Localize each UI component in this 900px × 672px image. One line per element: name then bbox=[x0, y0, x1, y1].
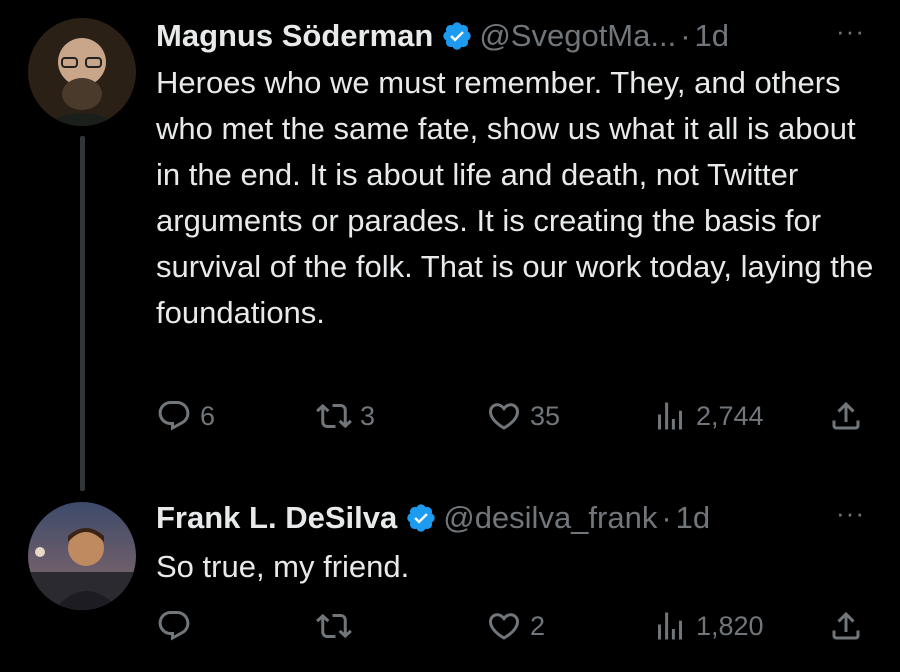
tweet-actions: 2 1,820 bbox=[156, 608, 876, 648]
avatar-magnus[interactable] bbox=[28, 18, 136, 126]
views-button[interactable]: 1,820 bbox=[652, 608, 764, 644]
views-icon bbox=[658, 402, 682, 430]
reply-icon bbox=[158, 401, 190, 431]
tweet-header: Frank L. DeSilva @desilva_frank · 1d bbox=[156, 498, 710, 538]
avatar-frank[interactable] bbox=[28, 502, 136, 610]
like-button[interactable]: 35 bbox=[486, 398, 560, 434]
share-button[interactable] bbox=[828, 398, 864, 434]
retweet-icon bbox=[316, 613, 352, 639]
share-icon bbox=[832, 401, 860, 430]
like-count: 2 bbox=[530, 610, 546, 641]
timestamp[interactable]: 1d bbox=[676, 500, 710, 536]
more-options-icon[interactable]: ··· bbox=[836, 498, 865, 529]
reply-count: 6 bbox=[200, 400, 216, 431]
tweet-actions: 6 3 35 2,744 bbox=[156, 398, 876, 438]
separator: · bbox=[680, 18, 691, 53]
verified-badge-icon bbox=[441, 20, 473, 52]
timestamp[interactable]: 1d bbox=[695, 18, 729, 54]
tweet-1[interactable]: Magnus Söderman @SvegotMa... · 1d ··· He… bbox=[0, 0, 900, 491]
views-button[interactable]: 2,744 bbox=[652, 398, 764, 434]
views-count: 1,820 bbox=[696, 610, 764, 641]
like-icon bbox=[488, 403, 520, 430]
tweet-2[interactable]: Frank L. DeSilva @desilva_frank · 1d ···… bbox=[0, 480, 900, 672]
share-icon bbox=[832, 611, 860, 640]
tweet-text: So true, my friend. bbox=[156, 549, 410, 584]
more-options-icon[interactable]: ··· bbox=[836, 16, 865, 47]
reply-button[interactable]: 6 bbox=[156, 398, 215, 434]
views-icon bbox=[658, 612, 682, 640]
share-button[interactable] bbox=[828, 608, 864, 644]
reply-button[interactable] bbox=[156, 608, 200, 644]
separator: · bbox=[661, 500, 672, 535]
author-name[interactable]: Magnus Söderman bbox=[156, 18, 433, 54]
reply-icon bbox=[158, 611, 190, 641]
like-count: 35 bbox=[530, 400, 561, 431]
retweet-icon bbox=[316, 403, 352, 429]
retweet-button[interactable]: 3 bbox=[316, 398, 375, 434]
author-handle[interactable]: @desilva_frank bbox=[443, 500, 657, 536]
retweet-count: 3 bbox=[360, 400, 376, 431]
like-button[interactable]: 2 bbox=[486, 608, 545, 644]
tweet-header: Magnus Söderman @SvegotMa... · 1d bbox=[156, 16, 729, 56]
tweet-text: Heroes who we must remember. They, and o… bbox=[156, 65, 874, 330]
views-count: 2,744 bbox=[696, 400, 764, 431]
thread-connector-line bbox=[80, 136, 85, 491]
verified-badge-icon bbox=[405, 502, 437, 534]
retweet-button[interactable] bbox=[316, 608, 360, 644]
author-name[interactable]: Frank L. DeSilva bbox=[156, 500, 397, 536]
like-icon bbox=[488, 613, 520, 640]
author-handle[interactable]: @SvegotMa... bbox=[479, 18, 676, 54]
